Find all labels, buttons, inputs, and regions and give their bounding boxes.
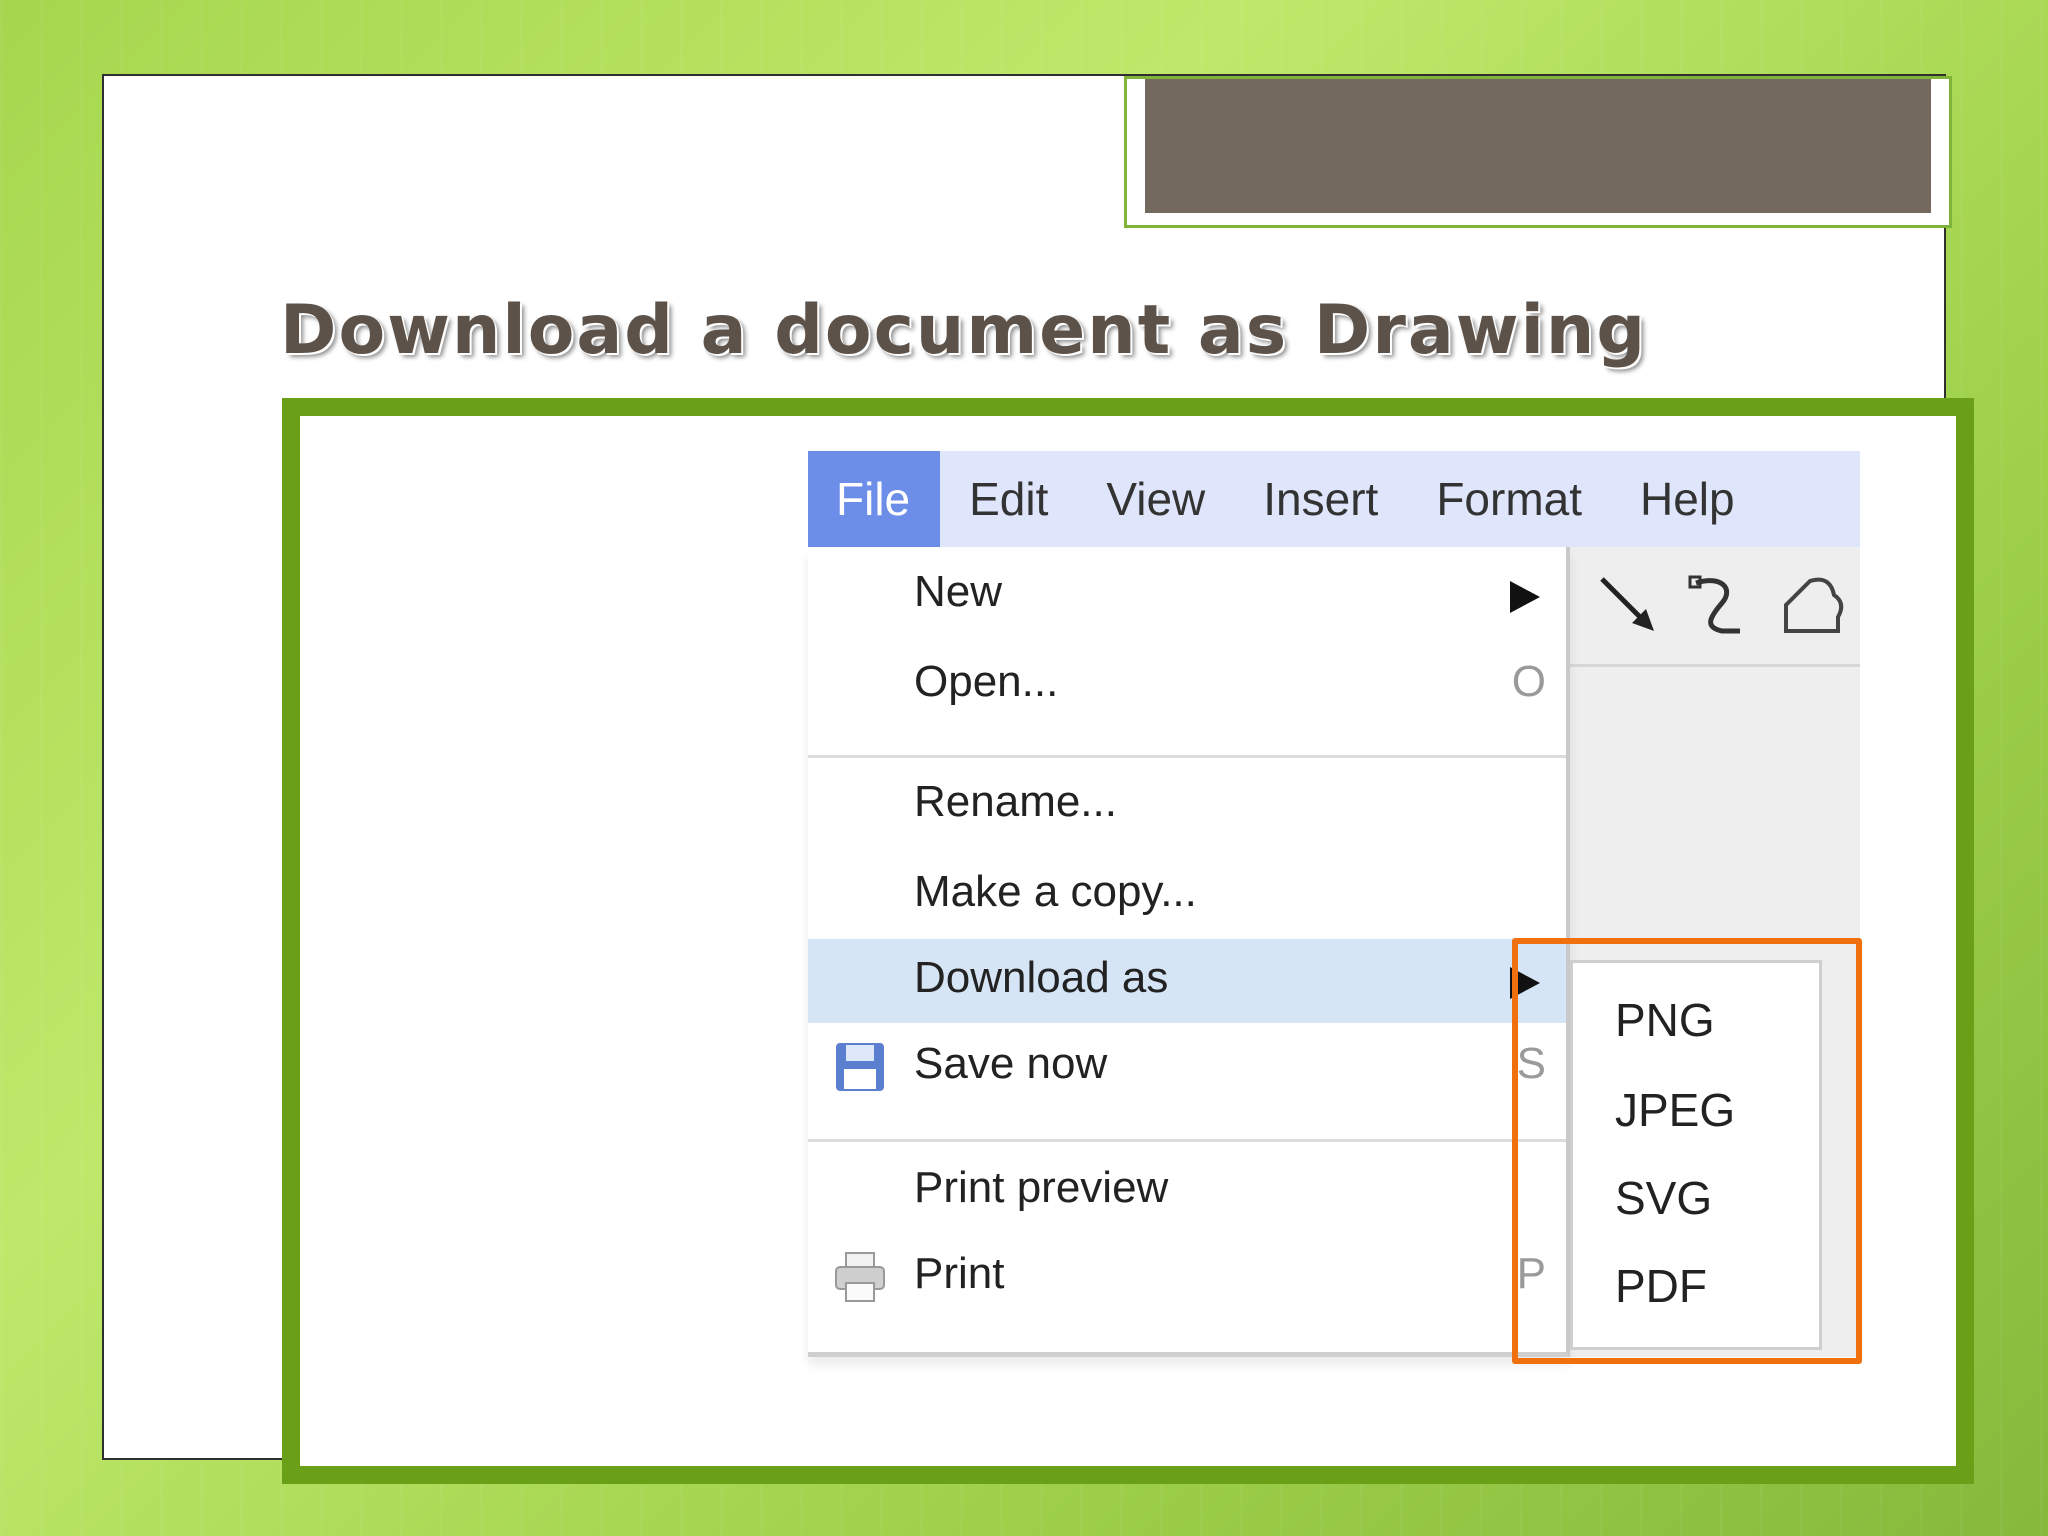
menu-item-print[interactable]: Print P	[808, 1235, 1566, 1319]
menu-file[interactable]: File	[808, 451, 941, 547]
highlight-box	[1512, 938, 1862, 1364]
menu-item-label: Download as	[914, 953, 1169, 1002]
menu-item-new[interactable]: New	[808, 553, 1566, 637]
menu-format[interactable]: Format	[1407, 451, 1611, 547]
menu-item-label: New	[914, 567, 1003, 616]
menu-view[interactable]: View	[1077, 451, 1234, 547]
menu-item-label: Rename...	[914, 777, 1117, 826]
slide: Download a document as Drawing File Edit…	[102, 74, 1974, 1484]
save-disk-icon	[836, 1043, 884, 1091]
slide-title: Download a document as Drawing	[280, 291, 1648, 370]
drawing-toolbar	[1570, 547, 1860, 667]
menu-insert[interactable]: Insert	[1234, 451, 1407, 547]
screenshot: File Edit View Insert Format Help New Op…	[300, 416, 1956, 1466]
line-arrow-icon[interactable]	[1592, 569, 1664, 641]
menu-separator	[808, 1139, 1566, 1142]
menu-edit[interactable]: Edit	[940, 451, 1077, 547]
menu-item-print-preview[interactable]: Print preview	[808, 1149, 1566, 1233]
printer-icon	[835, 1252, 885, 1302]
menu-item-label: Open...	[914, 657, 1059, 706]
menu-item-label: Save now	[914, 1039, 1108, 1088]
screenshot-frame: File Edit View Insert Format Help New Op…	[282, 398, 1974, 1484]
menu-item-rename[interactable]: Rename...	[808, 763, 1566, 847]
menu-item-save-now[interactable]: Save now S	[808, 1025, 1566, 1109]
shortcut-hint: O	[1511, 657, 1546, 706]
menu-item-make-copy[interactable]: Make a copy...	[808, 853, 1566, 937]
menu-item-download-as[interactable]: Download as	[808, 939, 1566, 1023]
menu-separator	[808, 755, 1566, 758]
header-box	[1124, 76, 1952, 228]
menu-item-label: Make a copy...	[914, 867, 1197, 916]
menu-item-label: Print preview	[914, 1163, 1169, 1212]
curve-icon[interactable]	[1682, 569, 1754, 641]
menu-help[interactable]: Help	[1611, 451, 1764, 547]
menu-item-label: Print	[914, 1249, 1005, 1298]
shape-icon[interactable]	[1776, 569, 1848, 641]
file-menu-dropdown: New Open... O Rename... Make a copy... D…	[808, 547, 1570, 1357]
menu-item-open[interactable]: Open... O	[808, 643, 1566, 727]
submenu-arrow-icon	[1510, 581, 1540, 613]
header-box-fill	[1145, 79, 1931, 213]
menu-bar: File Edit View Insert Format Help	[808, 451, 1860, 547]
